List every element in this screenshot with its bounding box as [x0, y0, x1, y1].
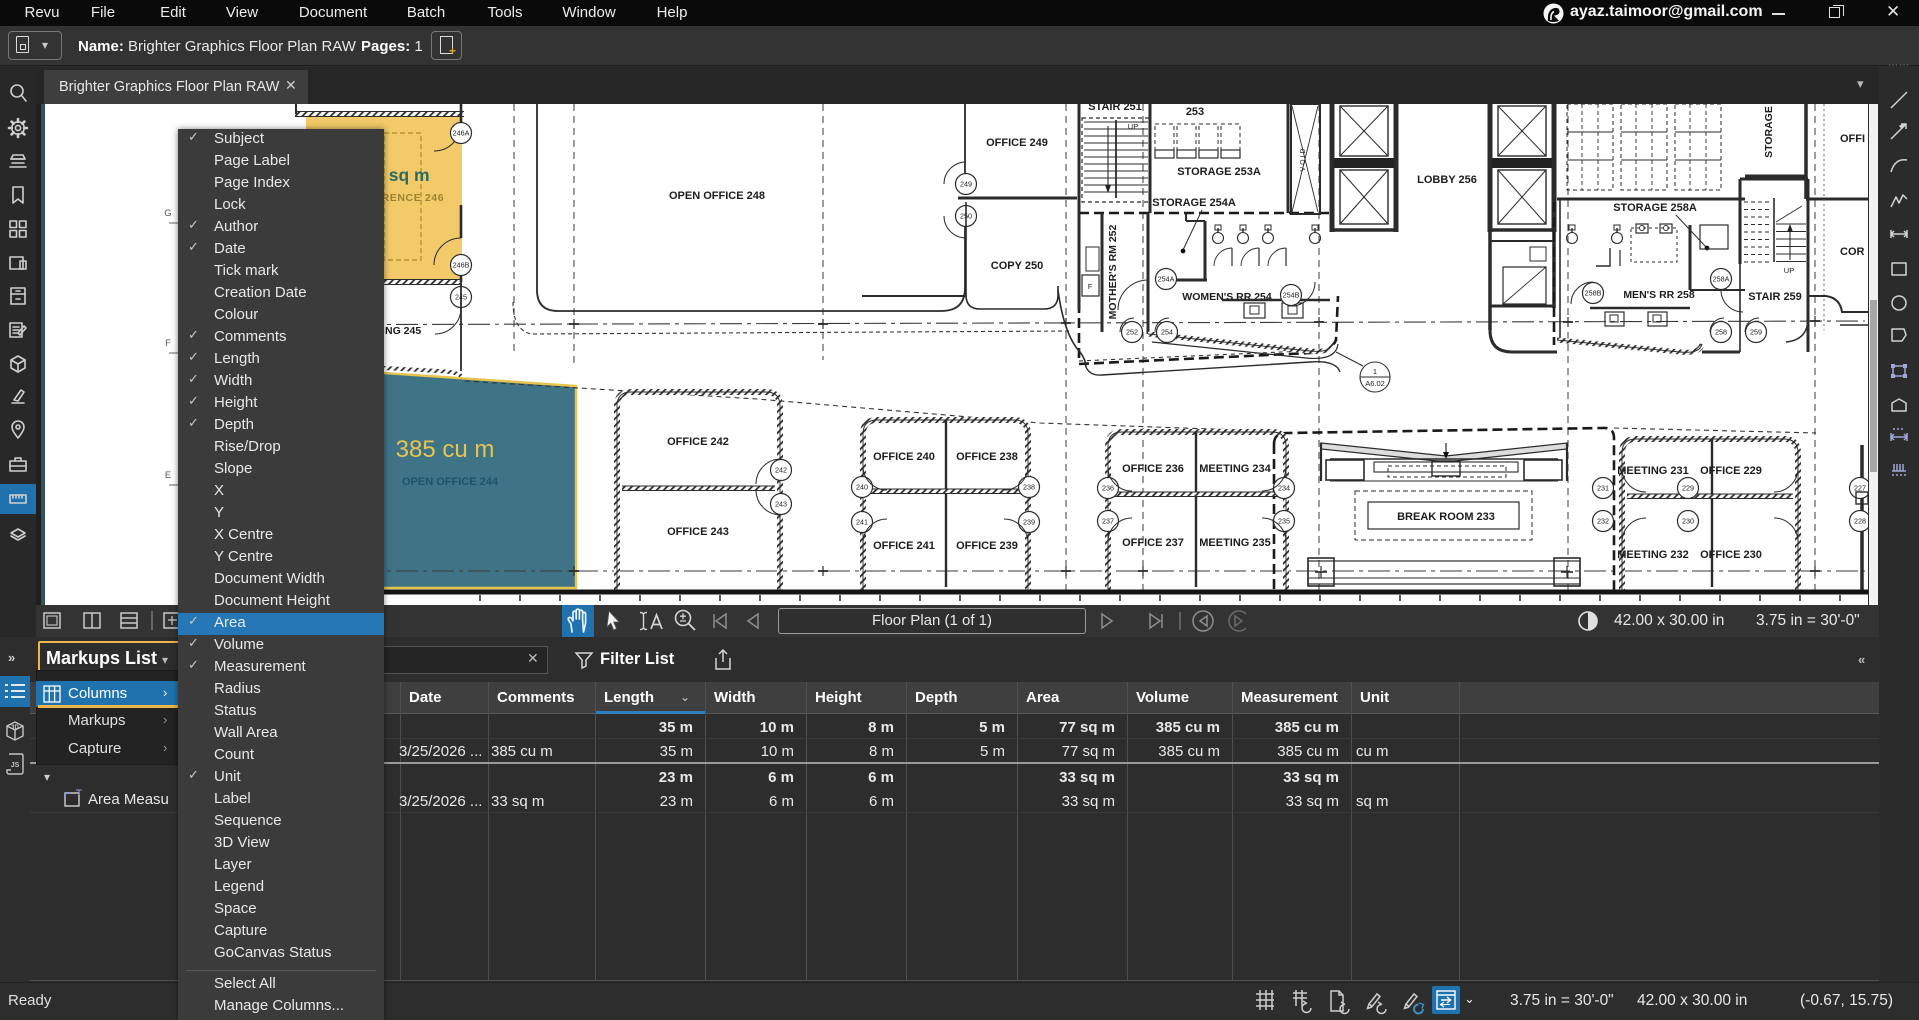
svg-text:OFFICE 239: OFFICE 239	[956, 540, 1018, 552]
svg-text:258A: 258A	[1713, 275, 1730, 284]
svg-text:227: 227	[1854, 484, 1866, 493]
svg-text:234: 234	[1278, 484, 1290, 493]
svg-text:V O I D: V O I D	[1300, 149, 1307, 172]
svg-text:OFFICE 236: OFFICE 236	[1122, 463, 1184, 475]
svg-text:STORAGE: STORAGE	[1763, 106, 1775, 158]
svg-text:259: 259	[1750, 328, 1762, 337]
svg-text:OFFICE 240: OFFICE 240	[873, 451, 935, 463]
svg-text:STAIR 259: STAIR 259	[1748, 291, 1802, 303]
svg-text:246B: 246B	[453, 261, 470, 270]
svg-text:MOTHER'S RM 252: MOTHER'S RM 252	[1107, 225, 1119, 320]
svg-text:BREAK ROOM 233: BREAK ROOM 233	[1397, 511, 1495, 523]
svg-text:F: F	[1088, 284, 1092, 291]
svg-text:OFFICE 238: OFFICE 238	[956, 451, 1018, 463]
svg-text:MEETING 232: MEETING 232	[1617, 549, 1689, 561]
svg-text:STORAGE 254A: STORAGE 254A	[1152, 197, 1236, 209]
svg-text:258: 258	[1715, 328, 1727, 337]
svg-text:UP: UP	[1128, 122, 1138, 131]
svg-text:231: 231	[1597, 484, 1609, 493]
svg-text:236: 236	[1102, 484, 1114, 493]
svg-text:MEN'S RR 258: MEN'S RR 258	[1623, 289, 1695, 301]
svg-text:254A: 254A	[1158, 275, 1175, 284]
svg-text:243: 243	[775, 500, 787, 509]
svg-text:232: 232	[1597, 517, 1609, 526]
svg-text:235: 235	[1278, 517, 1290, 526]
svg-text:3D: 3D	[11, 725, 19, 731]
svg-text:OFFICE 230: OFFICE 230	[1700, 549, 1762, 561]
svg-text:OPEN OFFICE 248: OPEN OFFICE 248	[669, 190, 765, 202]
svg-text:241: 241	[856, 518, 868, 527]
svg-text:COR: COR	[1840, 246, 1865, 258]
svg-text:237: 237	[1102, 517, 1114, 526]
svg-text:254: 254	[1161, 328, 1173, 337]
svg-text:246A: 246A	[453, 129, 470, 138]
svg-text:OFFICE 242: OFFICE 242	[667, 436, 729, 448]
svg-text:F: F	[165, 338, 171, 349]
svg-text:OFFICE 243: OFFICE 243	[667, 526, 729, 538]
svg-text:MEETING 231: MEETING 231	[1617, 465, 1689, 477]
svg-text:OFFICE 237: OFFICE 237	[1122, 537, 1184, 549]
svg-text:LOBBY 256: LOBBY 256	[1417, 174, 1477, 186]
svg-text:OPEN OFFICE 244: OPEN OFFICE 244	[402, 476, 499, 488]
svg-text:385 cu m: 385 cu m	[396, 436, 495, 463]
svg-text:COPY 250: COPY 250	[991, 260, 1043, 272]
svg-text:UP: UP	[1784, 266, 1794, 275]
svg-text:OFFICE 249: OFFICE 249	[986, 137, 1048, 149]
svg-text:NG 245: NG 245	[385, 325, 421, 337]
svg-text:238: 238	[1023, 483, 1035, 492]
svg-text:OFFICE 229: OFFICE 229	[1700, 465, 1762, 477]
svg-text:E: E	[165, 470, 171, 481]
svg-text:MEETING 235: MEETING 235	[1199, 537, 1271, 549]
svg-text:A6.02: A6.02	[1365, 379, 1385, 388]
svg-text:STAIR 251: STAIR 251	[1088, 104, 1142, 113]
svg-text:STORAGE 253A: STORAGE 253A	[1177, 166, 1261, 178]
svg-text:OFFICE 241: OFFICE 241	[873, 540, 935, 552]
svg-text:258B: 258B	[1585, 289, 1602, 298]
svg-text:240: 240	[856, 483, 868, 492]
svg-text:MEETING 234: MEETING 234	[1199, 463, 1271, 475]
svg-text:OFFI: OFFI	[1840, 133, 1865, 145]
svg-text:253: 253	[1186, 106, 1204, 118]
svg-text:230: 230	[1682, 517, 1694, 526]
svg-text:254B: 254B	[1283, 291, 1300, 300]
svg-text:229: 229	[1682, 484, 1694, 493]
svg-text:1: 1	[1373, 367, 1377, 376]
svg-text:242: 242	[775, 466, 787, 475]
svg-text:252: 252	[1126, 328, 1138, 337]
svg-text:239: 239	[1023, 518, 1035, 527]
svg-text:228: 228	[1854, 517, 1866, 526]
svg-text:G: G	[164, 208, 171, 219]
svg-text:249: 249	[960, 180, 972, 189]
svg-text:STORAGE 258A: STORAGE 258A	[1613, 202, 1697, 214]
svg-text:JS: JS	[11, 762, 20, 769]
